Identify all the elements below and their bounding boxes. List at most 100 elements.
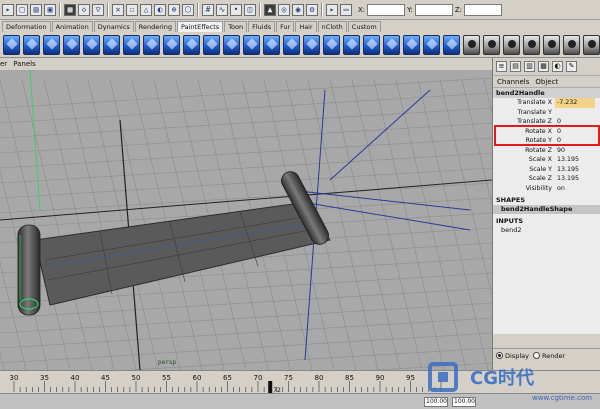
snap-grid-icon[interactable]: # bbox=[202, 3, 214, 16]
render-tab[interactable]: Render bbox=[532, 352, 565, 360]
history-icon[interactable]: ▲ bbox=[264, 3, 276, 16]
shelf-tab-animation[interactable]: Animation bbox=[51, 21, 93, 32]
shape-item[interactable]: bend2HandleShape bbox=[493, 205, 600, 214]
shelf-tool-icon[interactable] bbox=[23, 34, 40, 55]
render-settings-icon[interactable]: ⚙ bbox=[306, 3, 318, 16]
shelf-tool-icon[interactable] bbox=[343, 34, 360, 55]
time-slider[interactable]: 30 35 40 45 50 55 60 65 70 75 80 85 90 95 72 bbox=[0, 370, 600, 394]
attribute-value[interactable]: 90 bbox=[555, 146, 595, 156]
shelf-tab-dynamics[interactable]: Dynamics bbox=[93, 21, 134, 32]
panel-menu-renderer[interactable]: er bbox=[0, 60, 7, 68]
attribute-value[interactable]: 13.195 bbox=[555, 155, 595, 165]
shelf-tool-icon[interactable] bbox=[183, 34, 200, 55]
shelf-tool-icon[interactable] bbox=[523, 34, 540, 55]
shelf-tool-icon[interactable] bbox=[543, 34, 560, 55]
shelf-tool-icon[interactable] bbox=[263, 34, 280, 55]
select-hierarchy-icon[interactable]: ▦ bbox=[64, 3, 76, 16]
mask-icon-5[interactable]: ⊕ bbox=[168, 3, 180, 16]
input-item[interactable]: bend2 bbox=[493, 226, 600, 235]
shelf-tool-icon[interactable] bbox=[163, 34, 180, 55]
z-field[interactable] bbox=[464, 3, 503, 16]
select-component-icon[interactable]: ▽ bbox=[92, 3, 104, 16]
shelf-tool-icon[interactable] bbox=[463, 34, 480, 55]
tool-settings-icon[interactable]: ▥ bbox=[524, 61, 535, 72]
new-scene-icon[interactable]: □ bbox=[16, 3, 28, 16]
layer-editor-icon[interactable]: ▦ bbox=[538, 61, 549, 72]
attribute-row[interactable]: Translate Y bbox=[493, 108, 600, 118]
shelf-tab-hair[interactable]: Hair bbox=[295, 21, 317, 32]
shelf-tool-icon[interactable] bbox=[503, 34, 520, 55]
menu-channels[interactable]: Channels bbox=[497, 76, 529, 87]
select-object-icon[interactable]: ◇ bbox=[78, 3, 90, 16]
shelf-tool-icon[interactable] bbox=[303, 34, 320, 55]
shelf-tab-fur[interactable]: Fur bbox=[276, 21, 295, 32]
shelf-tool-icon[interactable] bbox=[83, 34, 100, 55]
mask-icon-2[interactable]: ☐ bbox=[126, 3, 138, 16]
shelf-tool-icon[interactable] bbox=[223, 34, 240, 55]
shelf-tab-painteffects[interactable]: PaintEffects bbox=[177, 21, 224, 32]
shelf-tool-icon[interactable] bbox=[323, 34, 340, 55]
shelf-tool-icon[interactable] bbox=[563, 34, 580, 55]
snap-curve-icon[interactable]: ∿ bbox=[216, 3, 228, 16]
menu-object[interactable]: Object bbox=[535, 76, 558, 87]
quick-select-icon[interactable]: ▭ bbox=[340, 3, 352, 16]
shelf-tab-deformation[interactable]: Deformation bbox=[2, 21, 51, 32]
shelf-tool-icon[interactable] bbox=[483, 34, 500, 55]
brush-icon[interactable]: ✎ bbox=[566, 61, 577, 72]
channel-box-icon[interactable]: ≡ bbox=[496, 61, 507, 72]
panel-menu-panels[interactable]: Panels bbox=[13, 60, 36, 68]
range-start-field[interactable]: 100.00 bbox=[424, 397, 448, 407]
snap-plane-icon[interactable]: ◫ bbox=[244, 3, 256, 16]
display-tab[interactable]: Display bbox=[496, 352, 529, 360]
menu-set-icon[interactable]: ▸ bbox=[2, 3, 14, 16]
open-scene-icon[interactable]: ▤ bbox=[30, 3, 42, 16]
shelf-tab-fluids[interactable]: Fluids bbox=[248, 21, 276, 32]
save-scene-icon[interactable]: ▣ bbox=[44, 3, 56, 16]
mask-icon-3[interactable]: △ bbox=[140, 3, 152, 16]
mask-icon-6[interactable]: ⬡ bbox=[182, 3, 194, 16]
paint-icon[interactable]: ◐ bbox=[552, 61, 563, 72]
mask-icon-1[interactable]: ✕ bbox=[112, 3, 124, 16]
shelf-tool-icon[interactable] bbox=[443, 34, 460, 55]
shelf-tool-icon[interactable] bbox=[403, 34, 420, 55]
shelf-tool-icon[interactable] bbox=[43, 34, 60, 55]
perspective-viewport[interactable]: persp bbox=[0, 70, 492, 370]
mask-icon-4[interactable]: ◐ bbox=[154, 3, 166, 16]
range-slider[interactable]: 100.00 100.00 bbox=[0, 393, 600, 409]
node-name[interactable]: bend2Handle bbox=[493, 88, 600, 98]
shelf-tab-rendering[interactable]: Rendering bbox=[134, 21, 176, 32]
shelf-tool-icon[interactable] bbox=[243, 34, 260, 55]
attribute-value[interactable]: 13.195 bbox=[555, 174, 595, 184]
shelf-tool-icon[interactable] bbox=[283, 34, 300, 55]
shelf-tool-icon[interactable] bbox=[143, 34, 160, 55]
attribute-row[interactable]: Visibility on bbox=[493, 184, 600, 194]
attribute-row[interactable]: Translate X -7.232 bbox=[493, 98, 600, 108]
attribute-row[interactable]: Scale Y 13.195 bbox=[493, 165, 600, 175]
shelf-tool-icon[interactable] bbox=[3, 34, 20, 55]
attribute-row[interactable]: Scale Z 13.195 bbox=[493, 174, 600, 184]
attribute-value[interactable]: 13.195 bbox=[555, 165, 595, 175]
shelf-tool-icon[interactable] bbox=[423, 34, 440, 55]
shelf-tool-icon[interactable] bbox=[363, 34, 380, 55]
attribute-value[interactable] bbox=[555, 108, 595, 118]
shelf-tool-icon[interactable] bbox=[63, 34, 80, 55]
shelf-tool-icon[interactable] bbox=[203, 34, 220, 55]
attribute-value[interactable]: on bbox=[555, 184, 595, 194]
y-field[interactable] bbox=[414, 3, 453, 16]
shelf-tab-toon[interactable]: Toon bbox=[224, 21, 248, 32]
snap-point-icon[interactable]: • bbox=[230, 3, 242, 16]
shelf-tool-icon[interactable] bbox=[123, 34, 140, 55]
shelf-tool-icon[interactable] bbox=[583, 34, 600, 55]
shelf-tool-icon[interactable] bbox=[383, 34, 400, 55]
render-icon[interactable]: ◎ bbox=[278, 3, 290, 16]
input-line-icon[interactable]: ▸ bbox=[326, 3, 338, 16]
attribute-editor-icon[interactable]: ▤ bbox=[510, 61, 521, 72]
shelf-tab-custom[interactable]: Custom bbox=[347, 21, 381, 32]
attribute-row[interactable]: Scale X 13.195 bbox=[493, 155, 600, 165]
shelf-tool-icon[interactable] bbox=[103, 34, 120, 55]
ipr-render-icon[interactable]: ◉ bbox=[292, 3, 304, 16]
x-field[interactable] bbox=[367, 3, 406, 16]
range-end-field[interactable]: 100.00 bbox=[452, 397, 476, 407]
shelf-tab-ncloth[interactable]: nCloth bbox=[317, 21, 347, 32]
attribute-value[interactable]: -7.232 bbox=[555, 98, 595, 108]
